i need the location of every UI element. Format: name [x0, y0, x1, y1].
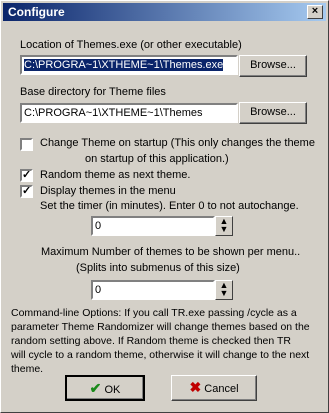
change-on-startup-label: Change Theme on startup (This only chang… — [40, 137, 315, 149]
change-on-startup-label-2: on startup of this application.) — [85, 153, 229, 165]
themes-exe-input[interactable]: C:\PROGRA~1\XTHEME~1\Themes.exe — [20, 55, 238, 75]
themes-exe-value: C:\PROGRA~1\XTHEME~1\Themes.exe — [24, 59, 224, 71]
help-line: parameter Theme Randomizer will change t… — [11, 321, 310, 333]
timer-value: 0 — [95, 220, 102, 232]
cancel-button[interactable]: ✖ Cancel — [171, 375, 257, 401]
title-bar[interactable]: Configure × — [3, 3, 326, 21]
configure-dialog: Configure × Location of Themes.exe (or o… — [0, 0, 329, 413]
base-dir-value: C:\PROGRA~1\XTHEME~1\Themes — [24, 107, 203, 119]
ok-label: OK — [104, 384, 121, 396]
max-themes-label: Maximum Number of themes to be shown per… — [41, 246, 301, 258]
random-next-label: Random theme as next theme. — [40, 169, 191, 181]
change-on-startup-checkbox[interactable] — [20, 138, 33, 151]
cancel-label: Cancel — [204, 383, 239, 395]
max-themes-input[interactable]: 0 — [91, 280, 215, 300]
help-line: Command-line Options: If you call TR.exe… — [11, 307, 297, 319]
window-title: Configure — [8, 5, 65, 19]
timer-spinner[interactable]: ▲ ▼ — [215, 216, 233, 236]
spin-down-icon: ▼ — [219, 288, 229, 298]
display-menu-label: Display themes in the menu — [40, 185, 176, 197]
ok-button[interactable]: ✔ OK — [65, 375, 145, 401]
display-menu-checkbox[interactable]: ✓ — [20, 185, 33, 198]
browse-dir-button[interactable]: Browse... — [239, 102, 307, 124]
browse-exe-button[interactable]: Browse... — [239, 55, 307, 77]
x-icon: ✖ — [189, 379, 202, 395]
base-dir-input[interactable]: C:\PROGRA~1\XTHEME~1\Themes — [20, 103, 238, 123]
random-next-checkbox[interactable]: ✓ — [20, 169, 33, 182]
max-themes-value: 0 — [95, 284, 102, 296]
close-icon: × — [311, 5, 319, 17]
command-line-help: Command-line Options: If you call TR.exe… — [11, 306, 321, 376]
spin-down-icon: ▼ — [219, 224, 229, 234]
checkmark-icon: ✔ — [89, 380, 102, 396]
help-line: theme. — [11, 363, 44, 375]
timer-input[interactable]: 0 — [91, 216, 215, 236]
themes-exe-label: Location of Themes.exe (or other executa… — [20, 39, 242, 51]
timer-label: Set the timer (in minutes). Enter 0 to n… — [40, 200, 299, 212]
close-button[interactable]: × — [307, 5, 323, 19]
help-line: will cycle to a random theme, otherwise … — [11, 349, 310, 361]
max-themes-label-2: (Splits into submenus of this size) — [76, 262, 240, 274]
help-line: random setting above. If Random theme is… — [11, 335, 291, 347]
max-themes-spinner[interactable]: ▲ ▼ — [215, 280, 233, 300]
base-dir-label: Base directory for Theme files — [20, 86, 166, 98]
